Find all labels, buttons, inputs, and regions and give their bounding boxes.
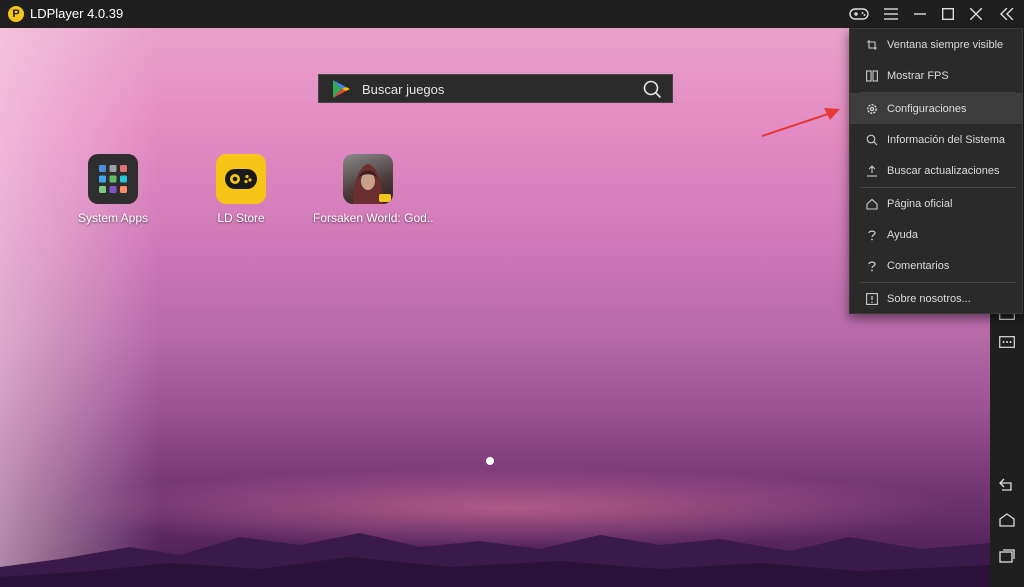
game-avatar-icon bbox=[343, 154, 393, 204]
close-icon bbox=[970, 8, 982, 20]
ldplayer-logo-icon: P bbox=[8, 6, 24, 22]
menu-item-system-info[interactable]: Información del Sistema bbox=[850, 124, 1022, 155]
search-icon[interactable] bbox=[643, 80, 662, 99]
menu-item-help[interactable]: Ayuda bbox=[850, 219, 1022, 250]
app-forsaken-world[interactable]: Forsaken World: God.. bbox=[313, 154, 434, 225]
menu-item-show-fps[interactable]: Mostrar FPS bbox=[850, 60, 1022, 91]
search-placeholder: Buscar juegos bbox=[362, 82, 445, 97]
red-pointer-arrow bbox=[761, 108, 840, 137]
menu-item-label: Configuraciones bbox=[887, 102, 967, 115]
gamepad-button[interactable] bbox=[845, 0, 873, 28]
gamepad-icon bbox=[849, 8, 869, 20]
menu-item-about[interactable]: Sobre nosotros... bbox=[850, 283, 1022, 314]
grid-apps-icon bbox=[88, 154, 138, 204]
app-label: Forsaken World: God.. bbox=[313, 211, 434, 225]
menu-item-label: Sobre nosotros... bbox=[887, 292, 971, 305]
menu-item-label: Ventana siempre visible bbox=[887, 38, 1004, 51]
search-icon bbox=[866, 134, 878, 146]
home-button[interactable] bbox=[997, 510, 1017, 530]
fps-icon bbox=[866, 69, 878, 82]
play-search-bar[interactable]: Buscar juegos bbox=[318, 74, 673, 103]
title-bar: P LDPlayer 4.0.39 bbox=[0, 0, 1024, 28]
google-play-icon bbox=[333, 80, 350, 98]
menu-item-check-updates[interactable]: Buscar actualizaciones bbox=[850, 155, 1022, 186]
menu-item-label: Página oficial bbox=[887, 197, 953, 210]
menu-item-always-on-top[interactable]: Ventana siempre visible bbox=[850, 29, 1022, 60]
info-icon bbox=[866, 292, 878, 305]
double-chevron-left-icon bbox=[1000, 8, 1014, 20]
home-icon bbox=[866, 198, 878, 210]
minimize-icon bbox=[914, 13, 926, 15]
maximize-button[interactable] bbox=[934, 0, 962, 28]
menu-item-official-page[interactable]: Página oficial bbox=[850, 188, 1022, 219]
menu-item-settings[interactable]: Configuraciones bbox=[850, 93, 1022, 124]
recent-apps-icon bbox=[999, 549, 1015, 563]
question-icon bbox=[866, 260, 878, 272]
menu-item-label: Información del Sistema bbox=[887, 133, 1005, 146]
settings-dropdown-menu: Ventana siempre visible Mostrar FPS Conf… bbox=[849, 28, 1023, 314]
app-system-apps[interactable]: System Apps bbox=[58, 154, 168, 225]
app-label: System Apps bbox=[77, 211, 149, 225]
menu-button[interactable] bbox=[877, 0, 905, 28]
window-title: LDPlayer 4.0.39 bbox=[30, 6, 124, 21]
wallpaper-mountains bbox=[0, 533, 990, 587]
hamburger-icon bbox=[884, 8, 898, 20]
close-button[interactable] bbox=[962, 0, 990, 28]
upload-icon bbox=[866, 164, 878, 177]
gamepad-store-icon bbox=[216, 154, 266, 204]
menu-item-label: Buscar actualizaciones bbox=[887, 164, 1000, 177]
menu-item-feedback[interactable]: Comentarios bbox=[850, 250, 1022, 281]
back-button[interactable] bbox=[997, 474, 1017, 494]
menu-item-label: Mostrar FPS bbox=[887, 69, 949, 82]
menu-item-label: Ayuda bbox=[887, 228, 918, 241]
maximize-icon bbox=[942, 8, 954, 20]
recent-apps-button[interactable] bbox=[997, 546, 1017, 566]
home-icon bbox=[999, 513, 1015, 527]
page-indicator-dot bbox=[486, 457, 494, 465]
collapse-sidebar-button[interactable] bbox=[993, 0, 1021, 28]
menu-item-label: Comentarios bbox=[887, 259, 950, 272]
minimize-button[interactable] bbox=[906, 0, 934, 28]
more-button[interactable] bbox=[997, 332, 1017, 352]
question-icon bbox=[866, 229, 878, 241]
gear-icon bbox=[866, 103, 878, 115]
back-icon bbox=[999, 478, 1012, 491]
pin-window-icon bbox=[866, 39, 878, 51]
more-dots-icon bbox=[999, 336, 1015, 348]
app-ld-store[interactable]: LD Store bbox=[186, 154, 296, 225]
app-label: LD Store bbox=[217, 211, 265, 225]
